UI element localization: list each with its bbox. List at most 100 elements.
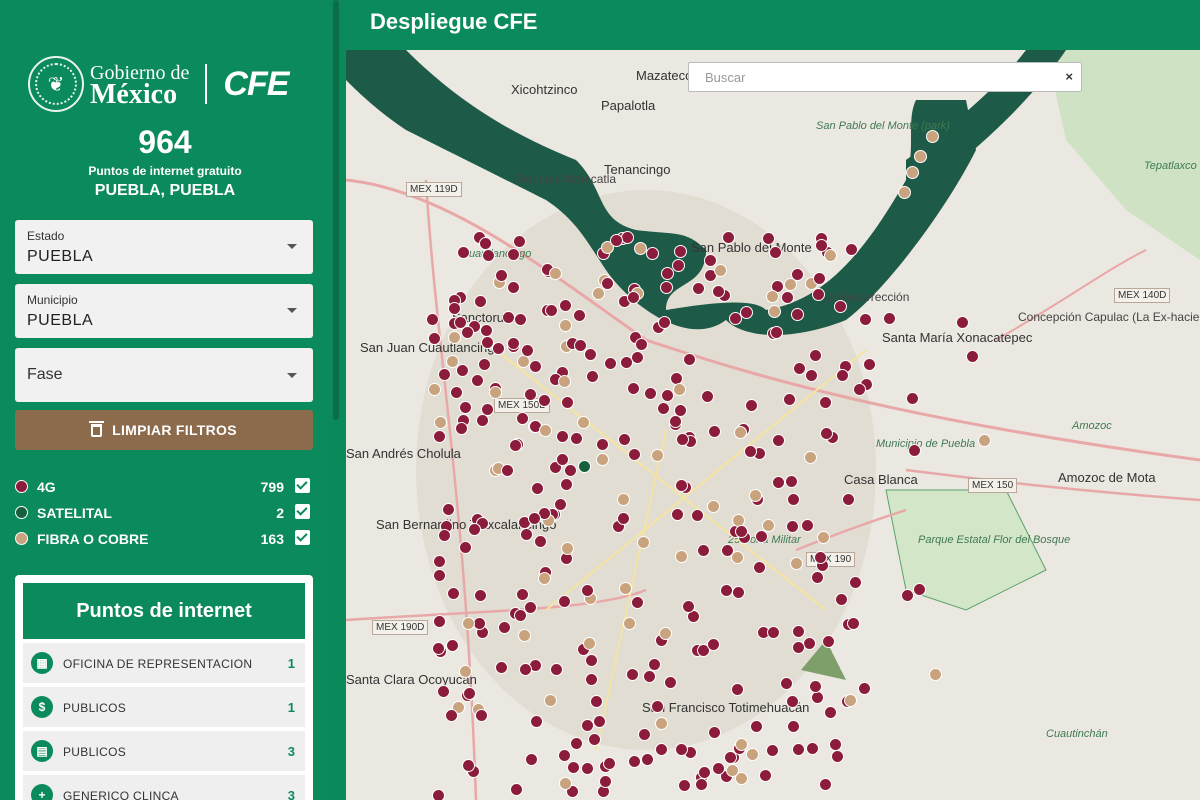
search-input[interactable] <box>689 63 1049 91</box>
map-point-marker[interactable] <box>437 685 450 698</box>
map-point-marker[interactable] <box>556 430 569 443</box>
map-point-marker[interactable] <box>812 288 825 301</box>
map-point-marker[interactable] <box>561 396 574 409</box>
map-point-marker[interactable] <box>646 247 659 260</box>
map-point-marker[interactable] <box>501 464 514 477</box>
map-point-marker[interactable] <box>468 523 481 536</box>
map-point-marker[interactable] <box>507 281 520 294</box>
map-point-marker[interactable] <box>447 587 460 600</box>
map-point-marker[interactable] <box>520 528 533 541</box>
map-point-marker[interactable] <box>433 615 446 628</box>
map-point-marker[interactable] <box>529 360 542 373</box>
map-point-marker[interactable] <box>538 394 551 407</box>
map-point-marker[interactable] <box>471 374 484 387</box>
map-point-marker[interactable] <box>516 588 529 601</box>
map-point-marker[interactable] <box>601 277 614 290</box>
map-point-marker[interactable] <box>567 761 580 774</box>
list-item[interactable]: $ PUBLICOS 1 <box>23 687 305 727</box>
map-point-marker[interactable] <box>432 642 445 655</box>
map-point-marker[interactable] <box>809 349 822 362</box>
map-point-marker[interactable] <box>560 478 573 491</box>
map-point-marker[interactable] <box>858 682 871 695</box>
clear-filters-button[interactable]: LIMPIAR FILTROS <box>15 410 313 450</box>
map-point-marker[interactable] <box>767 626 780 639</box>
map-point-marker[interactable] <box>617 512 630 525</box>
map-point-marker[interactable] <box>768 305 781 318</box>
map-point-marker[interactable] <box>620 356 633 369</box>
map-point-marker[interactable] <box>784 278 797 291</box>
map-point-marker[interactable] <box>586 370 599 383</box>
map-point-marker[interactable] <box>671 508 684 521</box>
map-point-marker[interactable] <box>524 388 537 401</box>
map-point-marker[interactable] <box>731 683 744 696</box>
map-point-marker[interactable] <box>722 231 735 244</box>
map-point-marker[interactable] <box>596 438 609 451</box>
map-point-marker[interactable] <box>844 694 857 707</box>
map-point-marker[interactable] <box>604 357 617 370</box>
map-point-marker[interactable] <box>489 386 502 399</box>
close-icon[interactable]: × <box>1065 69 1073 84</box>
map-point-marker[interactable] <box>731 551 744 564</box>
map-point-marker[interactable] <box>669 415 682 428</box>
map-point-marker[interactable] <box>726 764 739 777</box>
map-point-marker[interactable] <box>780 677 793 690</box>
map-point-marker[interactable] <box>524 601 537 614</box>
map-point-marker[interactable] <box>474 295 487 308</box>
map-view[interactable]: Mazatecotl Xicohtzinco Papalotla Tenanci… <box>346 50 1200 800</box>
map-point-marker[interactable] <box>623 617 636 630</box>
map-point-marker[interactable] <box>519 663 532 676</box>
map-point-marker[interactable] <box>783 393 796 406</box>
map-point-marker[interactable] <box>707 638 720 651</box>
map-point-marker[interactable] <box>570 432 583 445</box>
map-point-marker[interactable] <box>626 668 639 681</box>
map-point-marker[interactable] <box>805 369 818 382</box>
map-point-marker[interactable] <box>457 246 470 259</box>
map-point-marker[interactable] <box>655 743 668 756</box>
map-point-marker[interactable] <box>459 665 472 678</box>
map-point-marker[interactable] <box>853 383 866 396</box>
map-point-marker[interactable] <box>513 235 526 248</box>
map-point-marker[interactable] <box>455 422 468 435</box>
map-point-marker[interactable] <box>712 762 725 775</box>
map-point-marker[interactable] <box>673 383 686 396</box>
map-point-marker[interactable] <box>906 166 919 179</box>
map-point-marker[interactable] <box>766 744 779 757</box>
map-point-marker[interactable] <box>433 569 446 582</box>
map-point-marker[interactable] <box>792 641 805 654</box>
map-point-marker[interactable] <box>913 583 926 596</box>
estado-select[interactable]: Estado PUEBLA <box>15 220 313 274</box>
map-point-marker[interactable] <box>766 290 779 303</box>
map-point-marker[interactable] <box>660 281 673 294</box>
map-point-marker[interactable] <box>863 358 876 371</box>
map-point-marker[interactable] <box>842 493 855 506</box>
map-point-marker[interactable] <box>745 399 758 412</box>
map-point-marker[interactable] <box>676 433 689 446</box>
map-point-marker[interactable] <box>564 464 577 477</box>
map-point-marker[interactable] <box>554 498 567 511</box>
map-point-marker[interactable] <box>708 726 721 739</box>
map-point-marker[interactable] <box>672 259 685 272</box>
map-point-marker[interactable] <box>578 460 591 473</box>
map-point-marker[interactable] <box>643 670 656 683</box>
map-point-marker[interactable] <box>549 267 562 280</box>
map-point-marker[interactable] <box>583 637 596 650</box>
map-point-marker[interactable] <box>675 479 688 492</box>
map-point-marker[interactable] <box>740 306 753 319</box>
map-point-marker[interactable] <box>787 493 800 506</box>
map-point-marker[interactable] <box>445 709 458 722</box>
map-point-marker[interactable] <box>617 493 630 506</box>
map-point-marker[interactable] <box>834 300 847 313</box>
map-point-marker[interactable] <box>675 743 688 756</box>
map-point-marker[interactable] <box>829 738 842 751</box>
legend-checkbox-4g[interactable] <box>295 478 310 493</box>
map-point-marker[interactable] <box>581 762 594 775</box>
map-point-marker[interactable] <box>585 654 598 667</box>
map-point-marker[interactable] <box>507 337 520 350</box>
map-point-marker[interactable] <box>675 550 688 563</box>
map-point-marker[interactable] <box>558 595 571 608</box>
map-point-marker[interactable] <box>712 285 725 298</box>
map-point-marker[interactable] <box>824 249 837 262</box>
map-point-marker[interactable] <box>545 304 558 317</box>
map-point-marker[interactable] <box>462 617 475 630</box>
map-point-marker[interactable] <box>637 536 650 549</box>
